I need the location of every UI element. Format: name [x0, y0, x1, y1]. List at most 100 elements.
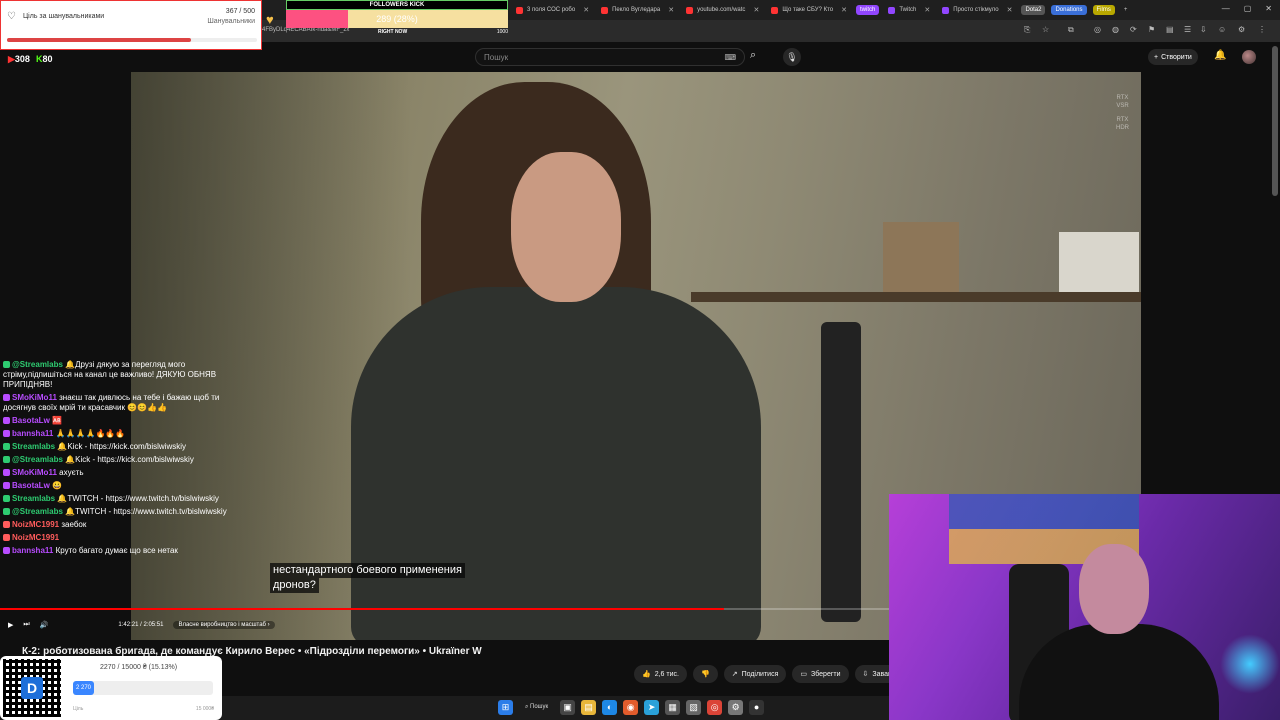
task-view-icon[interactable]: ▣	[560, 700, 576, 715]
chat-username: BasotaLw	[12, 481, 50, 490]
tab-favicon	[771, 6, 779, 14]
chat-username: bannsha11	[12, 546, 54, 555]
close-tab-icon[interactable]: ✕	[1007, 6, 1013, 14]
goal-progress-fill	[7, 38, 191, 42]
chat-username: BasotaLw	[12, 416, 50, 425]
browser-tab[interactable]: Пекло Вугледара ✕	[595, 0, 680, 20]
taskbar-search[interactable]: ⌕ Пошук	[519, 700, 554, 715]
volume-icon[interactable]: 🔊	[40, 621, 49, 629]
chat-text: 🔔TWITCH - https://www.twitch.tv/bislwiws…	[57, 494, 219, 503]
tab-favicon	[601, 6, 609, 14]
profile-icon[interactable]: ☺	[1218, 25, 1226, 34]
close-tab-icon[interactable]: ✕	[924, 6, 930, 14]
save-button[interactable]: ▭ Зберегти	[792, 665, 849, 683]
downloads-icon[interactable]: ⇩	[1200, 25, 1207, 34]
close-tab-icon[interactable]: ✕	[753, 6, 759, 14]
telegram-icon[interactable]: ➤	[644, 700, 660, 715]
chapter-button[interactable]: Власне виробництво і масштаб ›	[173, 621, 275, 629]
followers-goal-widget: ♡ Ціль за шанувальниками 367 / 500 Шанув…	[0, 0, 262, 50]
next-icon[interactable]: ⏭	[23, 621, 29, 629]
bookmark-star-icon[interactable]: ☆	[1042, 25, 1049, 34]
goal-title: Ціль за шанувальниками	[23, 13, 105, 20]
extension-icon[interactable]: ◍	[1112, 25, 1119, 34]
goal-count: 367 / 500	[225, 8, 255, 15]
kick-viewers: K80	[35, 54, 53, 64]
notifications-bell-icon[interactable]: 🔔	[1214, 50, 1226, 61]
file-explorer-icon[interactable]: ▤	[581, 700, 597, 715]
heart-icon: ♥	[266, 12, 274, 27]
donatello-logo: D	[21, 677, 43, 699]
platform-badge-icon	[3, 443, 10, 451]
followers-max: 1000	[496, 29, 508, 35]
browser-tab[interactable]: youtube.com/watc ✕	[680, 0, 765, 20]
dislike-button[interactable]: 👎	[692, 665, 718, 683]
play-icon[interactable]: ▶	[8, 621, 13, 629]
app-icon[interactable]: ▧	[686, 700, 702, 715]
tab-group-films[interactable]: Films	[1092, 5, 1115, 15]
donation-goal-widget: D 2270 / 15000 ₴ (15.13%) 2 270 Ціль 15 …	[0, 656, 222, 720]
like-button[interactable]: 👍 2,6 тис.	[634, 665, 687, 683]
keyboard-icon[interactable]: ⌨	[724, 53, 736, 62]
chat-text: заебок	[61, 520, 87, 529]
search-input[interactable]: Пошук ⌨	[475, 48, 745, 66]
app-icon[interactable]: ▦	[665, 700, 681, 715]
browser-tab[interactable]: Що таке СБУ? Кто ✕	[765, 0, 853, 20]
tab-label: Що таке СБУ? Кто	[782, 7, 834, 13]
extension-icon[interactable]: ◎	[1094, 25, 1101, 34]
tab-group-dota2[interactable]: Dota2	[1021, 5, 1046, 15]
player-controls: ▶ ⏭ 🔊 1:42:21 / 2:05:51 Власне виробницт…	[0, 616, 890, 634]
tab-group-twitch[interactable]: twitch	[856, 5, 880, 15]
extension-icon[interactable]: ⟳	[1130, 25, 1137, 34]
browser-tab[interactable]: 3 поля СОС робо ✕	[510, 0, 595, 20]
obs-icon[interactable]: ●	[749, 700, 765, 715]
account-avatar[interactable]	[1242, 50, 1256, 64]
goal-label: Шанувальники	[207, 18, 255, 25]
settings-icon[interactable]: ⚙	[1238, 25, 1245, 34]
tab-group-donations[interactable]: Donations	[1051, 5, 1087, 15]
share-button[interactable]: ↗ Поділитися	[723, 665, 787, 683]
microphone-icon[interactable]: 🎙	[783, 48, 801, 66]
create-button[interactable]: + Створити	[1148, 49, 1198, 65]
maximize-icon[interactable]: ▢	[1244, 4, 1252, 13]
firefox-icon[interactable]: ◉	[623, 700, 639, 715]
extensions-icon[interactable]: ⧉	[1068, 25, 1074, 35]
close-tab-icon[interactable]: ✕	[668, 6, 674, 14]
chat-username: SMoKiMo11	[12, 393, 57, 402]
platform-badge-icon	[3, 361, 10, 369]
chat-username: SMoKiMo11	[12, 468, 57, 477]
page-scrollbar[interactable]	[1272, 46, 1278, 196]
video-progress-bar[interactable]	[0, 608, 890, 610]
youtube-viewers: ▶308	[8, 54, 30, 64]
close-tab-icon[interactable]: ✕	[841, 6, 847, 14]
video-frame-shelf	[691, 292, 1141, 302]
save-label: Зберегти	[811, 670, 841, 678]
browser-tab[interactable]: Twitch ✕	[882, 0, 936, 20]
settings-icon[interactable]: ⚙	[728, 700, 744, 715]
extension-icon[interactable]: ⚑	[1148, 25, 1155, 34]
subtitle-line: нестандартного боевого применения	[270, 563, 465, 578]
video-frame-wallchart	[1059, 232, 1139, 292]
heart-outline-icon: ♡	[7, 11, 16, 22]
rtx-label: RTX	[1116, 95, 1129, 101]
close-window-icon[interactable]: ✕	[1265, 4, 1272, 13]
chat-text: Круто багато думає що все нетак	[55, 546, 178, 555]
windows-start-icon[interactable]: ⊞	[498, 700, 513, 715]
extension-icon[interactable]: ☰	[1184, 25, 1191, 34]
new-tab-button[interactable]: +	[1118, 0, 1134, 20]
edge-icon[interactable]: ◐	[602, 700, 618, 715]
chat-username: @Streamlabs	[12, 455, 63, 464]
minimize-icon[interactable]: —	[1222, 4, 1230, 13]
close-tab-icon[interactable]: ✕	[583, 6, 589, 14]
share-icon: ↗	[731, 671, 738, 678]
install-app-icon[interactable]: ⎘	[1024, 25, 1030, 35]
share-label: Поділитися	[741, 670, 779, 678]
chapter-label: Власне виробництво і масштаб	[178, 622, 266, 628]
webcam-person-head	[1079, 544, 1149, 634]
browser-tab[interactable]: Просто стікмуло ✕	[936, 0, 1018, 20]
chat-username: @Streamlabs	[12, 507, 63, 516]
extension-icon[interactable]: ▤	[1166, 25, 1174, 34]
menu-icon[interactable]: ⋮	[1258, 25, 1266, 34]
chrome-icon[interactable]: ◎	[707, 700, 723, 715]
search-icon[interactable]: ⌕	[750, 49, 768, 65]
tab-favicon	[516, 6, 523, 14]
